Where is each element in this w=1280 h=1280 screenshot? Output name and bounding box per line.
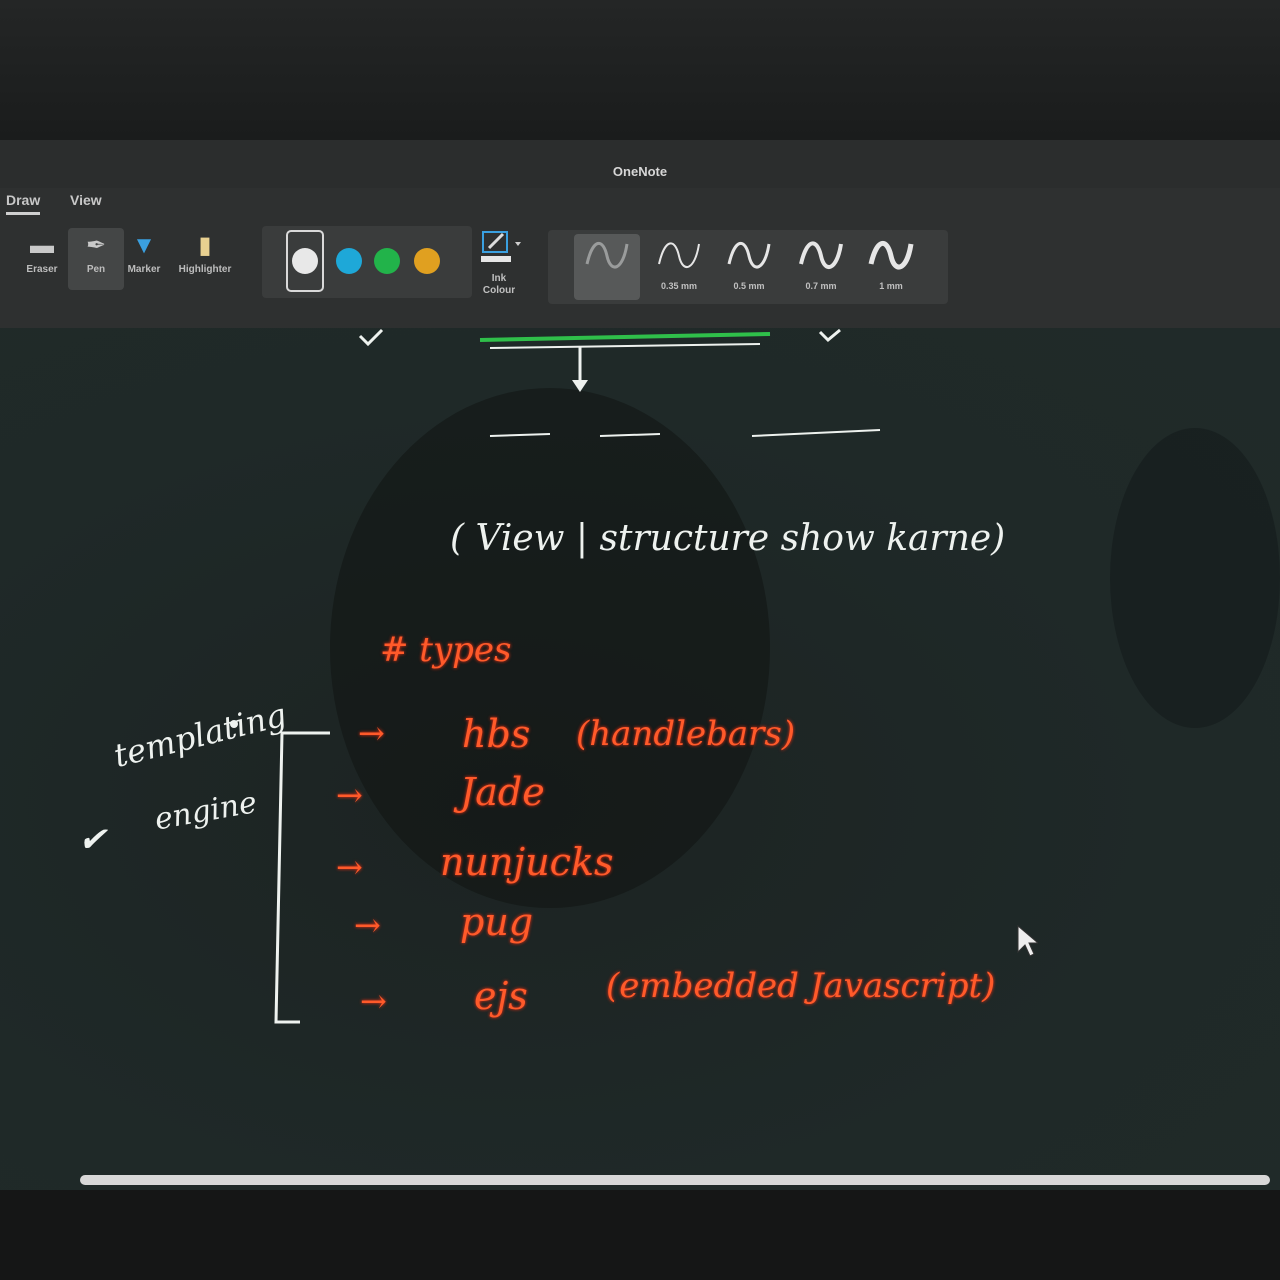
engine-arrow: → bbox=[336, 776, 363, 814]
ink-colour-icon bbox=[481, 231, 521, 262]
engine-note: (handlebars) bbox=[576, 714, 796, 754]
color-swatches bbox=[262, 226, 472, 298]
monitor-bezel-top bbox=[0, 0, 1280, 140]
thickness-panel: 0.35 mm 0.5 mm 0.7 mm 1 mm bbox=[548, 230, 948, 304]
engine-name: Jade bbox=[460, 770, 545, 814]
ink-strokes bbox=[230, 328, 881, 1024]
tab-draw[interactable]: Draw bbox=[6, 192, 41, 215]
thickness-0-5[interactable]: 0.5 mm bbox=[716, 234, 782, 300]
title-bar: OneNote bbox=[0, 140, 1280, 188]
types-heading: # types bbox=[380, 630, 512, 670]
eraser-tool[interactable]: ▬ Eraser bbox=[14, 228, 70, 290]
thickness-option-selected[interactable] bbox=[574, 234, 640, 300]
engine-name: ejs bbox=[474, 974, 528, 1018]
stroke-icon bbox=[799, 241, 843, 269]
header-note: ( View | structure show karne) bbox=[450, 518, 1006, 559]
swatch-orange[interactable] bbox=[414, 248, 440, 274]
engine-note: (embedded Javascript) bbox=[606, 966, 996, 1006]
highlighter-tool[interactable]: ▮ Highlighter bbox=[172, 228, 238, 290]
engine-name: nunjucks bbox=[440, 840, 614, 884]
horizontal-scrollbar[interactable] bbox=[80, 1175, 1270, 1185]
thickness-0-35[interactable]: 0.35 mm bbox=[646, 234, 712, 300]
engine-arrow: → bbox=[358, 714, 385, 752]
marker-tool[interactable]: ▼ Marker bbox=[116, 228, 172, 290]
swatch-green[interactable] bbox=[374, 248, 400, 274]
thickness-label: 0.5 mm bbox=[733, 281, 765, 291]
thickness-label: 0.35 mm bbox=[660, 281, 698, 291]
highlighter-label: Highlighter bbox=[178, 264, 232, 275]
stroke-icon bbox=[868, 241, 914, 270]
app-title: OneNote bbox=[612, 164, 668, 179]
monitor-bezel-bottom bbox=[0, 1190, 1280, 1280]
ink-colour-button[interactable]: Ink Colour bbox=[470, 228, 528, 300]
check-mark: ✔ bbox=[78, 820, 107, 860]
thickness-label: 0.7 mm bbox=[805, 281, 837, 291]
engine-name: hbs bbox=[462, 712, 531, 756]
thickness-1[interactable]: 1 mm bbox=[858, 234, 924, 300]
marker-label: Marker bbox=[127, 264, 161, 275]
stroke-icon bbox=[727, 242, 771, 269]
engine-arrow: → bbox=[360, 982, 387, 1020]
swatch-blue[interactable] bbox=[336, 248, 362, 274]
engine-arrow: → bbox=[336, 848, 363, 886]
eraser-icon: ▬ bbox=[30, 232, 54, 259]
marker-icon: ▼ bbox=[132, 232, 156, 259]
highlighter-icon: ▮ bbox=[198, 232, 212, 259]
note-canvas[interactable]: ( View | structure show karne) # types t… bbox=[0, 328, 1280, 1190]
tab-view[interactable]: View bbox=[70, 192, 102, 208]
engine-arrow: → bbox=[354, 906, 381, 944]
stroke-icon bbox=[585, 242, 629, 269]
thickness-label: 1 mm bbox=[879, 281, 903, 291]
onenote-window: OneNote Draw View ▬ Eraser ✒ Pen ▼ Marke… bbox=[0, 140, 1280, 1190]
swatch-white[interactable] bbox=[292, 248, 318, 274]
thickness-0-7[interactable]: 0.7 mm bbox=[788, 234, 854, 300]
mouse-pointer-icon bbox=[1017, 924, 1038, 957]
eraser-label: Eraser bbox=[26, 264, 58, 275]
ink-colour-label-1: Ink bbox=[491, 273, 507, 284]
ink-colour-label-2: Colour bbox=[482, 285, 516, 296]
stroke-icon bbox=[658, 242, 700, 268]
draw-ribbon: Draw View ▬ Eraser ✒ Pen ▼ Marker ▮ High… bbox=[0, 188, 1280, 329]
engine-name: pug bbox=[460, 900, 534, 944]
